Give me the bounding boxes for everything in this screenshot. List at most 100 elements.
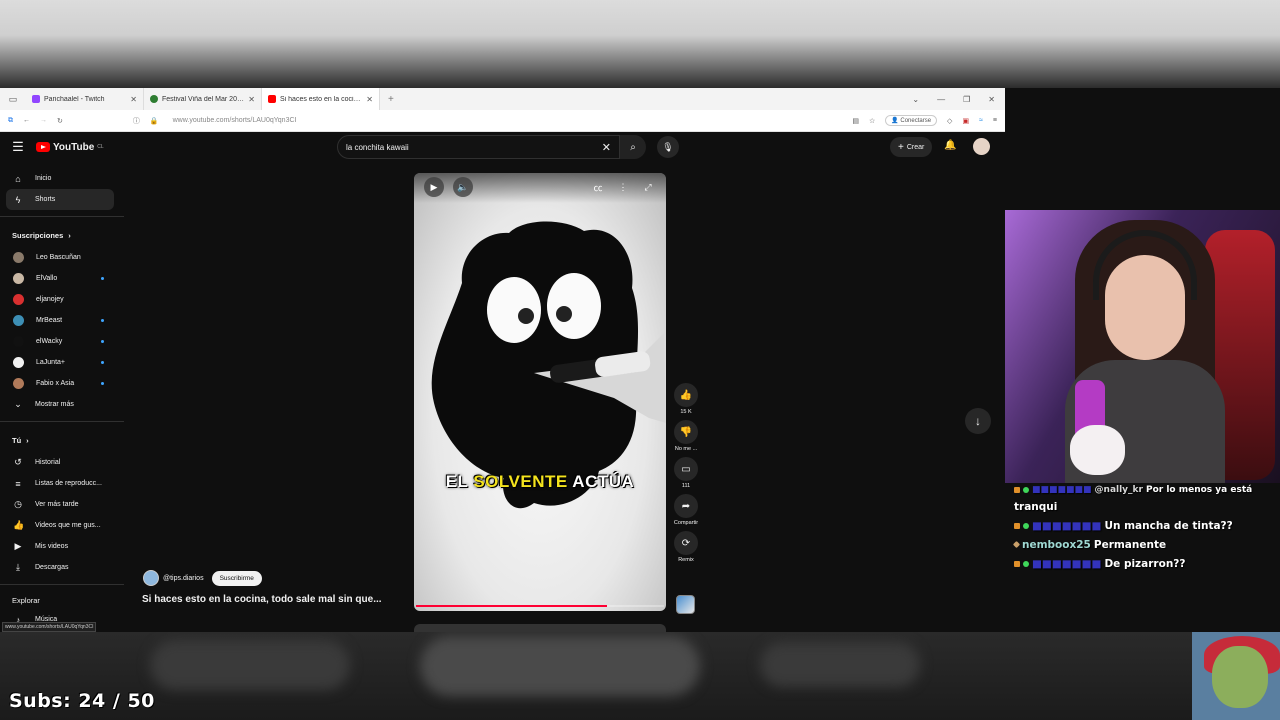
tab-actions-icon[interactable]: ▭ (0, 94, 26, 105)
caption-highlight: SOLVENTE (473, 472, 568, 491)
extensions-icon[interactable]: ◇ (947, 117, 952, 125)
volume-button[interactable]: 🔈 (453, 177, 473, 197)
like-button[interactable]: 👍 15 K (672, 383, 700, 415)
you-heading[interactable]: Tú › (0, 428, 124, 452)
reload-icon[interactable]: ↻ (57, 117, 63, 125)
sidebar-item-subscription[interactable]: Fabio x Asia (0, 373, 124, 394)
more-options-button[interactable]: ⋮ (613, 177, 633, 197)
profile-button[interactable]: 👤 Conectarse (885, 115, 938, 126)
video-caption: EL SOLVENTE ACTÚA (414, 472, 666, 492)
sidebar-item-my-videos[interactable]: ▶ Mis videos (0, 536, 124, 557)
chat-message: ■■■■■■■ @nally_kr Por lo menos ya está (1005, 483, 1280, 497)
favorite-star-icon[interactable]: ☆ (869, 117, 875, 125)
microphone-icon: 🎙 (662, 141, 674, 152)
create-button[interactable]: + Crear (890, 137, 933, 157)
chevron-down-icon: ⌄ (14, 399, 22, 409)
sidebar-item-subscription[interactable]: elWacky (0, 331, 124, 352)
sidebar-item-playlists[interactable]: ≡ Listas de reproducc... (0, 473, 124, 494)
sidebar-item-watch-later[interactable]: ◷ Ver más tarde (0, 494, 124, 515)
clear-search-icon[interactable]: ✕ (602, 141, 611, 154)
extension-red-icon[interactable]: ▣ (962, 117, 969, 125)
subscribe-button[interactable]: Suscribirme (211, 570, 262, 586)
extension-blue-icon[interactable]: ≈ (979, 117, 983, 124)
play-button[interactable]: ▶ (424, 177, 444, 197)
reader-icon[interactable]: ▤ (852, 117, 859, 125)
comment-button[interactable]: ▭ 111 (672, 457, 700, 489)
tab-twitch[interactable]: Parichaalel - Twitch ✕ (26, 88, 144, 110)
history-icon: ↺ (14, 457, 22, 467)
forward-icon[interactable]: → (40, 117, 47, 124)
fullscreen-button[interactable]: ⤢ (638, 177, 658, 197)
tab-youtube[interactable]: Si haces esto en la cocina, t ✕ (262, 88, 380, 110)
maximize-icon[interactable]: ❐ (963, 95, 970, 104)
sidebar-item-downloads[interactable]: ⤓ Descargas (0, 557, 124, 578)
sidebar-item-historial[interactable]: ↺ Historial (0, 452, 124, 473)
sidebar-toggle-icon[interactable]: ⧉ (8, 117, 13, 125)
profile-label: Conectarse (900, 118, 932, 124)
account-avatar[interactable] (973, 138, 990, 155)
close-tab-icon[interactable]: ✕ (366, 95, 373, 104)
clock-icon: ◷ (14, 499, 22, 509)
share-button[interactable]: ➦ Compartir (672, 494, 700, 526)
subs-goal-counter: Subs: 24 / 50 (9, 690, 155, 712)
notifications-bell-icon[interactable]: 🔔 (944, 140, 956, 151)
stream-background-bottom (0, 632, 1280, 720)
sidebar-item-label: Descargas (35, 564, 69, 571)
new-content-dot (101, 277, 104, 280)
chat-badge-icon (1014, 487, 1020, 493)
sidebar-item-inicio[interactable]: ⌂ Inicio (0, 168, 124, 189)
site-info-icon[interactable]: ⓘ (133, 116, 140, 126)
voice-search-button[interactable]: 🎙 (657, 136, 679, 158)
close-tab-icon[interactable]: ✕ (248, 95, 255, 104)
minimize-icon[interactable]: — (937, 95, 945, 104)
short-actions: 👍 15 K 👎 No me ... ▭ 111 ➦ Compartir ⟳ Remix (672, 383, 700, 568)
action-label: 111 (681, 483, 691, 489)
sidebar-item-subscription[interactable]: MrBeast (0, 310, 124, 331)
you-heading-label: Tú (12, 435, 22, 445)
chat-text: Permanente (1093, 538, 1167, 551)
back-icon[interactable]: ← (23, 117, 30, 124)
short-video-player[interactable]: ▶ 🔈 ㏄ ⋮ ⤢ EL SOLVENTE ACTÚA (414, 173, 666, 611)
channel-avatar[interactable] (143, 570, 159, 586)
url-field[interactable]: www.youtube.com/shorts/LAU0qYqn3CI (173, 117, 297, 124)
sidebar-item-subscription[interactable]: LaJunta+ (0, 352, 124, 373)
sidebar-item-subscription[interactable]: Leo Bascuñan (0, 247, 124, 268)
youtube-favicon-icon (268, 95, 276, 103)
close-tab-icon[interactable]: ✕ (130, 95, 137, 104)
next-video-button[interactable]: ↓ (965, 408, 991, 434)
sidebar-item-label: Mis videos (35, 543, 69, 550)
chat-text: De pizarron?? (1104, 557, 1186, 570)
search-input[interactable]: la conchita kawaii ✕ (337, 135, 620, 159)
channel-info: @tips.diarios Suscribirme (143, 570, 262, 586)
search-button[interactable]: ⌕ (620, 135, 646, 159)
show-more-button[interactable]: ⌄ Mostrar más (0, 394, 124, 415)
channel-name[interactable]: @tips.diarios (163, 575, 204, 582)
sidebar-item-shorts[interactable]: ϟ Shorts (6, 189, 114, 210)
chevron-right-icon: › (68, 230, 71, 240)
channel-avatar (13, 252, 24, 263)
tab-festival[interactable]: Festival Viña del Mar 2026: Dia ✕ (144, 88, 262, 110)
hamburger-menu-icon[interactable]: ☰ (0, 139, 36, 155)
menu-icon[interactable]: ≡ (993, 117, 997, 124)
captions-button[interactable]: ㏄ (588, 177, 608, 197)
tab-list-icon[interactable]: ⌄ (912, 95, 919, 104)
share-icon: ➦ (674, 494, 698, 518)
action-label: No me ... (674, 446, 698, 452)
close-window-icon[interactable]: ✕ (988, 95, 995, 104)
next-short-preview[interactable] (414, 624, 666, 632)
youtube-logo[interactable]: YouTube CL (36, 142, 104, 153)
new-tab-icon[interactable]: + (388, 94, 394, 105)
sound-source-thumbnail[interactable] (676, 595, 695, 614)
remix-button[interactable]: ⟳ Remix (672, 531, 700, 563)
video-progress-bar[interactable] (416, 605, 664, 607)
sidebar-item-subscription[interactable]: ElVallo (0, 268, 124, 289)
sidebar-item-label: Listas de reproducc... (35, 480, 102, 487)
sidebar-item-liked-videos[interactable]: 👍 Videos que me gus... (0, 515, 124, 536)
sidebar-item-label: LaJunta+ (36, 359, 65, 366)
short-title[interactable]: Si haces esto en la cocina, todo sale ma… (142, 594, 382, 605)
dislike-button[interactable]: 👎 No me ... (672, 420, 700, 452)
logo-text: YouTube (53, 141, 95, 153)
subscriptions-heading[interactable]: Suscripciones › (0, 223, 124, 247)
remix-icon: ⟳ (674, 531, 698, 555)
sidebar-item-subscription[interactable]: eljanojey (0, 289, 124, 310)
